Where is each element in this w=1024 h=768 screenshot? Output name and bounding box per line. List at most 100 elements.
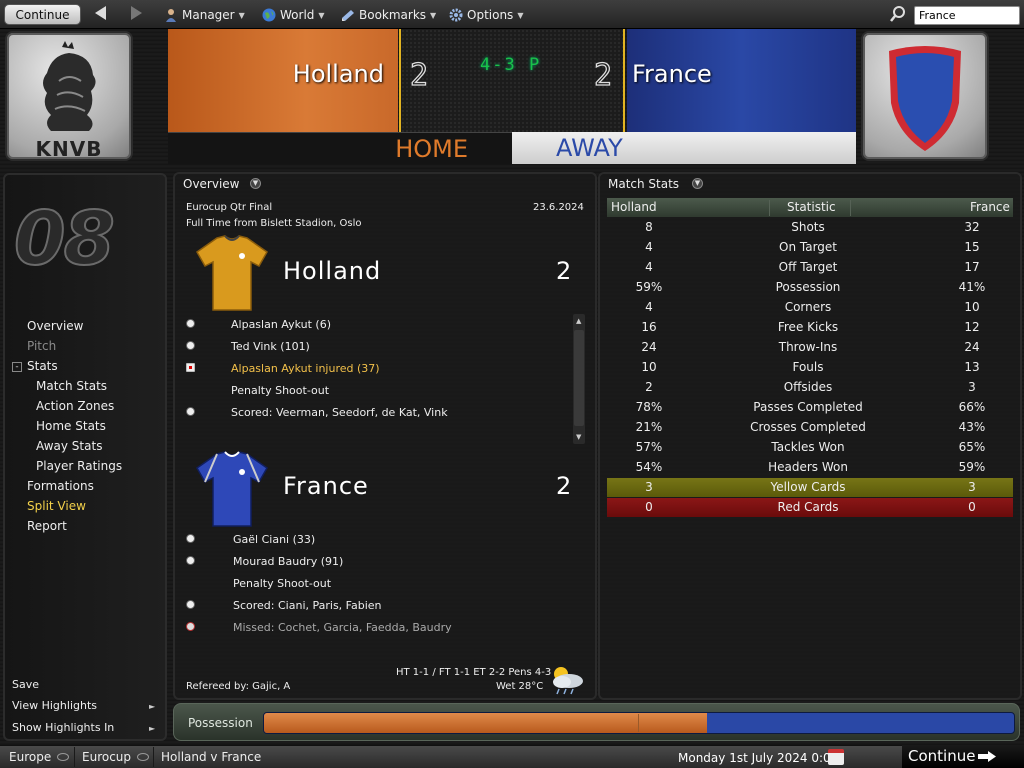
breadcrumb-match[interactable]: Holland v France <box>161 750 261 764</box>
back-arrow-icon[interactable] <box>95 6 106 20</box>
stat-name: Tackles Won <box>771 440 845 454</box>
scrollbar-thumb[interactable] <box>574 330 584 426</box>
goal-ball-icon <box>186 407 195 416</box>
search-icon[interactable] <box>889 5 907 23</box>
stats-table-row: 54% Headers Won 59% <box>607 458 1013 477</box>
menu-manager[interactable]: Manager ▼ <box>164 5 245 25</box>
sidebar-item-overview[interactable]: Overview <box>27 319 84 333</box>
event-item: Gaël Ciani (33) <box>233 533 316 546</box>
save-button[interactable]: Save <box>12 678 39 691</box>
chevron-right-icon: ► <box>149 724 156 733</box>
chevron-down-icon: ▼ <box>517 11 524 20</box>
tab-away[interactable]: AWAY <box>512 132 856 164</box>
menu-options[interactable]: Options ▼ <box>449 5 523 25</box>
away-team-badge <box>861 31 989 161</box>
menu-bookmarks-label: Bookmarks <box>359 8 427 22</box>
possession-track <box>263 712 1015 734</box>
sidebar-item-match-stats[interactable]: Match Stats <box>36 379 107 393</box>
stats-table-row: 8 Shots 32 <box>607 218 1013 237</box>
shield-icon <box>889 46 961 151</box>
stat-home-value: 4 <box>645 300 653 314</box>
event-item: Penalty Shoot-out <box>233 577 332 590</box>
continue-button-top[interactable]: Continue <box>4 4 81 25</box>
stat-away-value: 32 <box>964 220 980 234</box>
chevron-down-icon: ▼ <box>238 11 245 20</box>
home-team-badge: KNVB <box>5 31 133 161</box>
event-item: Alpaslan Aykut injured (37) <box>231 362 380 375</box>
stat-away-value: 65% <box>958 440 986 454</box>
dropdown-icon[interactable]: ▼ <box>250 178 261 189</box>
stat-name: Shots <box>791 220 825 234</box>
overview-away-goals: 2 <box>556 472 572 500</box>
show-highlights-in-button[interactable]: Show Highlights In <box>12 721 114 734</box>
stats-table-row: 78% Passes Completed 66% <box>607 398 1013 417</box>
collapse-toggle-icon[interactable]: - <box>12 362 22 372</box>
home-shirt-icon <box>196 235 268 311</box>
stat-name: Off Target <box>778 260 838 274</box>
stat-away-value: 10 <box>964 300 980 314</box>
stat-away-value: 24 <box>964 340 980 354</box>
sidebar-item-pitch[interactable]: Pitch <box>27 339 56 353</box>
sidebar-item-player-ratings[interactable]: Player Ratings <box>36 459 122 473</box>
breadcrumb-separator <box>74 747 75 767</box>
sidebar-item-formations[interactable]: Formations <box>27 479 94 493</box>
scroll-up-icon[interactable]: ▲ <box>576 317 581 325</box>
goal-ball-icon <box>186 600 195 609</box>
sidebar-item-report[interactable]: Report <box>27 519 67 533</box>
breadcrumb-eurocup[interactable]: Eurocup <box>82 750 150 764</box>
game-logo: 08 <box>13 195 116 283</box>
scroll-down-icon[interactable]: ▼ <box>576 433 581 441</box>
calendar-icon[interactable] <box>828 749 844 765</box>
menu-world[interactable]: World ▼ <box>262 5 325 25</box>
match-overview-screen: Continue Manager ▼ World ▼ Bookmarks ▼ Opti… <box>0 0 1024 768</box>
overview-home-team: Holland <box>283 257 382 285</box>
continue-button[interactable]: Continue <box>902 745 1024 768</box>
breadcrumb-separator <box>153 747 154 767</box>
search-input[interactable] <box>914 6 1020 25</box>
stat-away-value: 43% <box>958 420 986 434</box>
stat-name: Passes Completed <box>753 400 863 414</box>
stat-away-value: 0 <box>968 500 976 514</box>
stats-table-row: 24 Throw-Ins 24 <box>607 338 1013 357</box>
stat-away-value: 13 <box>964 360 980 374</box>
sidebar-item-action-zones[interactable]: Action Zones <box>36 399 114 413</box>
away-shirt-icon <box>196 451 268 527</box>
breadcrumb-label: Eurocup <box>82 750 132 764</box>
dropdown-ring-icon <box>137 753 150 761</box>
sidebar-item-away-stats[interactable]: Away Stats <box>36 439 102 453</box>
stat-home-value: 4 <box>645 240 653 254</box>
penalty-score: 4-3 P <box>480 55 542 75</box>
stat-name: Free Kicks <box>777 320 839 334</box>
column-divider <box>769 200 770 216</box>
column-header-statistic[interactable]: Statistic <box>787 199 836 216</box>
column-header-away[interactable]: France <box>970 199 1010 216</box>
weather-label: Wet 28°C <box>496 681 544 692</box>
weather-rain-icon <box>553 667 583 695</box>
stat-away-value: 41% <box>958 280 986 294</box>
current-date: Monday 1st July 2024 0:00 <box>678 751 839 765</box>
stats-table-row: 4 Corners 10 <box>607 298 1013 317</box>
sidebar-item-home-stats[interactable]: Home Stats <box>36 419 106 433</box>
tab-home[interactable]: HOME <box>168 132 512 164</box>
view-highlights-button[interactable]: View Highlights <box>12 699 97 712</box>
column-header-home[interactable]: Holland <box>611 199 657 216</box>
stat-name: Yellow Cards <box>770 480 846 494</box>
breadcrumb-europe[interactable]: Europe <box>9 750 70 764</box>
match-date: 23.6.2024 <box>533 202 584 213</box>
menu-options-label: Options <box>467 8 514 22</box>
menu-manager-label: Manager <box>182 8 235 22</box>
dropdown-icon[interactable]: ▼ <box>692 178 703 189</box>
home-goals: 2 <box>409 57 429 93</box>
bookmarks-icon <box>342 10 354 21</box>
stat-home-value: 21% <box>635 420 663 434</box>
stat-name: Possession <box>775 280 841 294</box>
sidebar-item-stats[interactable]: Stats <box>27 359 58 373</box>
stat-home-value: 4 <box>645 260 653 274</box>
stat-away-value: 59% <box>958 460 986 474</box>
sidebar-item-split-view[interactable]: Split View <box>27 499 86 513</box>
continue-label: Continue <box>908 747 976 765</box>
goal-ball-icon <box>186 556 195 565</box>
stat-away-value: 12 <box>964 320 980 334</box>
menu-bookmarks[interactable]: Bookmarks ▼ <box>341 5 436 25</box>
forward-arrow-icon[interactable] <box>131 6 142 20</box>
